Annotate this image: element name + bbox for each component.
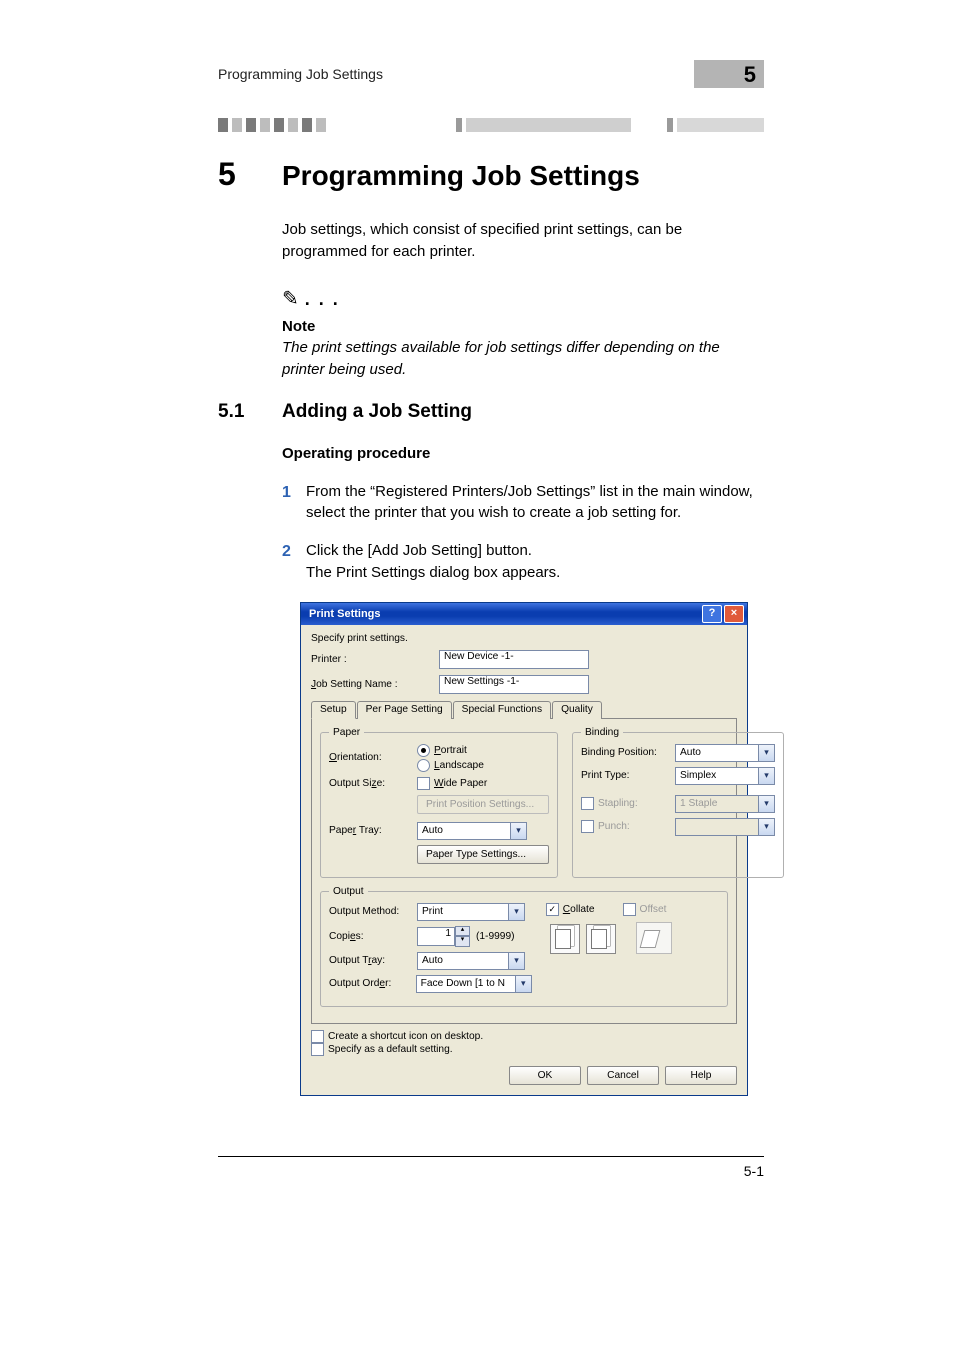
checkbox-icon (311, 1030, 324, 1043)
collate-checkbox[interactable]: Collate (546, 903, 595, 916)
spinner-up-icon[interactable]: ▴ (455, 926, 470, 937)
orientation-portrait-radio[interactable]: Portrait (417, 744, 484, 757)
output-order-label: Output Order: (329, 978, 416, 989)
step-1-number: 1 (282, 481, 306, 525)
spinner-down-icon[interactable]: ▾ (455, 936, 470, 947)
dialog-instruction: Specify print settings. (311, 633, 737, 644)
print-position-settings-button: Print Position Settings... (417, 795, 549, 814)
orientation-label: Orientation: (329, 752, 417, 763)
copies-label: Copies: (329, 931, 417, 942)
output-tray-select[interactable]: Auto▾ (417, 952, 525, 970)
chapter-number: 5 (218, 156, 282, 193)
note-dots: . . . (305, 286, 340, 312)
sub-heading: Operating procedure (282, 443, 764, 465)
page-footer: 5-1 (218, 1156, 764, 1179)
output-tray-label: Output Tray: (329, 955, 417, 966)
note-block: ✎ . . . Note The print settings availabl… (282, 285, 764, 381)
punch-checkbox: Punch: (581, 820, 675, 833)
create-shortcut-checkbox[interactable]: Create a shortcut icon on desktop. (311, 1030, 737, 1043)
binding-position-label: Binding Position: (581, 747, 675, 758)
step-1: 1 From the “Registered Printers/Job Sett… (282, 481, 764, 525)
header-decor (0, 96, 954, 132)
chapter-title: Programming Job Settings (282, 160, 640, 192)
punch-select: ▾ (675, 818, 775, 836)
copies-range: (1-9999) (476, 931, 515, 942)
tab-setup[interactable]: Setup (311, 701, 356, 719)
print-settings-dialog: Print Settings ? × Specify print setting… (300, 602, 748, 1096)
chevron-down-icon: ▾ (758, 819, 774, 835)
checkbox-icon (623, 903, 636, 916)
chevron-down-icon: ▾ (758, 768, 774, 784)
stapling-select: 1 Staple▾ (675, 795, 775, 813)
binding-group: Binding Binding Position: Auto▾ Print Ty… (572, 727, 784, 878)
checkbox-icon (417, 777, 430, 790)
ok-button[interactable]: OK (509, 1066, 581, 1085)
section-number: 5.1 (218, 401, 282, 423)
binding-legend: Binding (581, 727, 623, 738)
orientation-landscape-radio[interactable]: Landscape (417, 759, 484, 772)
checkbox-icon (546, 903, 559, 916)
job-setting-name-label: Job Setting Name : (311, 679, 439, 690)
chapter-number-badge: 5 (694, 60, 764, 88)
print-type-label: Print Type: (581, 770, 675, 781)
output-method-label: Output Method: (329, 906, 417, 917)
printer-label: Printer : (311, 654, 439, 665)
collate-preview-icon (550, 924, 616, 954)
specify-default-checkbox[interactable]: Specify as a default setting. (311, 1043, 737, 1056)
section-title: Adding a Job Setting (282, 401, 472, 423)
step-2-text-line1: Click the [Add Job Setting] button. (306, 540, 764, 562)
cancel-button[interactable]: Cancel (587, 1066, 659, 1085)
wide-paper-checkbox[interactable]: Wide Paper (417, 777, 487, 790)
output-legend: Output (329, 886, 368, 897)
output-group: Output Output Method: Print▾ Copies: (320, 886, 728, 1007)
window-help-button[interactable]: ? (702, 605, 722, 623)
step-2: 2 Click the [Add Job Setting] button. Th… (282, 540, 764, 584)
window-close-button[interactable]: × (724, 605, 744, 623)
step-1-text: From the “Registered Printers/Job Settin… (306, 481, 764, 525)
chevron-down-icon: ▾ (758, 796, 774, 812)
page-number: 5-1 (744, 1163, 764, 1179)
output-order-select[interactable]: Face Down [1 to N▾ (416, 975, 532, 993)
step-2-number: 2 (282, 540, 306, 584)
job-setting-name-field[interactable]: New Settings -1- (439, 675, 589, 694)
dialog-title: Print Settings (309, 608, 700, 620)
copies-spinner[interactable]: 1 ▴▾ (417, 926, 470, 947)
binding-position-select[interactable]: Auto▾ (675, 744, 775, 762)
chevron-down-icon: ▾ (758, 745, 774, 761)
chevron-down-icon: ▾ (508, 953, 524, 969)
step-2-text-line2: The Print Settings dialog box appears. (306, 562, 764, 584)
chevron-down-icon: ▾ (510, 823, 526, 839)
offset-preview-icon (636, 922, 672, 954)
paper-legend: Paper (329, 727, 364, 738)
radio-icon (417, 759, 430, 772)
output-method-select[interactable]: Print▾ (417, 903, 525, 921)
checkbox-icon (581, 797, 594, 810)
tab-per-page[interactable]: Per Page Setting (357, 701, 452, 719)
checkbox-icon (581, 820, 594, 833)
output-size-label: Output Size: (329, 778, 417, 789)
paper-tray-select[interactable]: Auto▾ (417, 822, 527, 840)
tab-quality[interactable]: Quality (552, 701, 602, 719)
help-button[interactable]: Help (665, 1066, 737, 1085)
tab-strip: Setup Per Page Setting Special Functions… (311, 700, 737, 719)
chevron-down-icon: ▾ (515, 976, 531, 992)
paper-type-settings-button[interactable]: Paper Type Settings... (417, 845, 549, 864)
paper-tray-label: Paper Tray: (329, 825, 417, 836)
note-label: Note (282, 316, 764, 338)
copies-value[interactable]: 1 (417, 927, 455, 946)
tab-special-functions[interactable]: Special Functions (453, 701, 551, 719)
paper-group: Paper Orientation: Portrait (320, 727, 558, 878)
intro-paragraph: Job settings, which consist of specified… (282, 219, 764, 263)
running-header-text: Programming Job Settings (218, 66, 694, 82)
checkbox-icon (311, 1043, 324, 1056)
offset-checkbox: Offset (623, 903, 667, 916)
note-icon: ✎ (282, 285, 299, 314)
note-text: The print settings available for job set… (282, 337, 764, 381)
stapling-checkbox: Stapling: (581, 797, 675, 810)
printer-field[interactable]: New Device -1- (439, 650, 589, 669)
print-type-select[interactable]: Simplex▾ (675, 767, 775, 785)
radio-icon (417, 744, 430, 757)
chevron-down-icon: ▾ (508, 904, 524, 920)
